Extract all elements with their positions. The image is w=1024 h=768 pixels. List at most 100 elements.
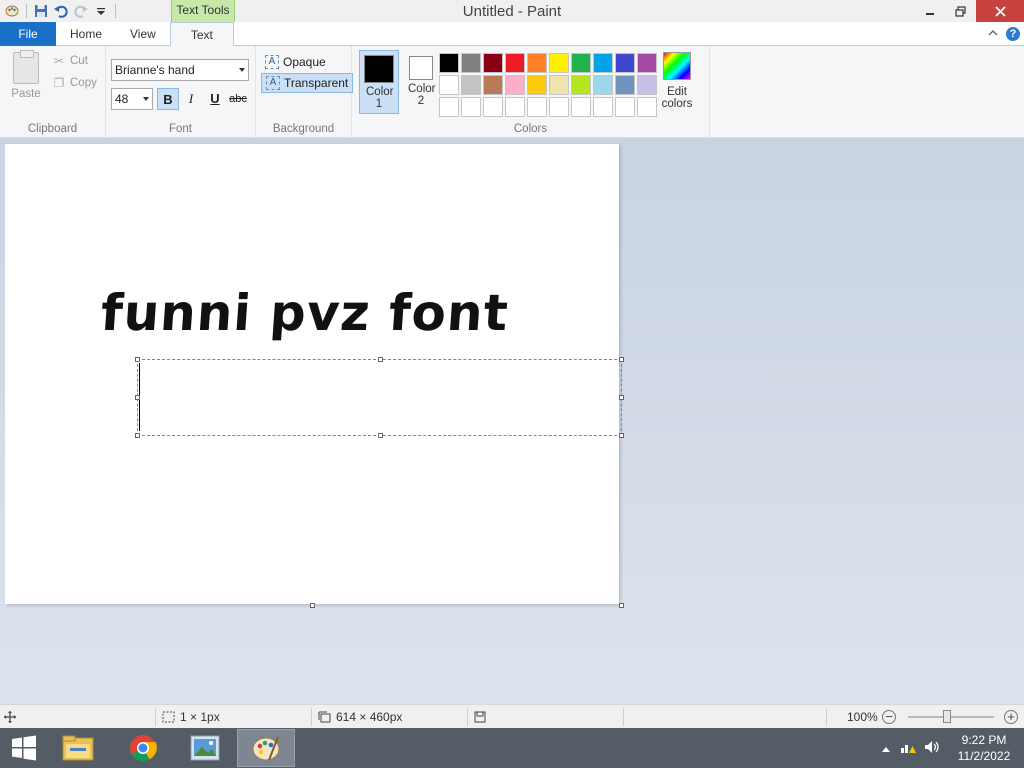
palette-color-10[interactable] (439, 75, 459, 95)
image-size: 614 × 460px (318, 705, 402, 729)
palette-color-27[interactable] (593, 97, 613, 117)
copy-label: Copy (70, 77, 97, 89)
palette-color-9[interactable] (637, 53, 657, 73)
palette-color-22[interactable] (483, 97, 503, 117)
clipboard-group-label: Clipboard (27, 123, 78, 135)
background-group: A Opaque A Transparent Background (256, 46, 354, 138)
redo-icon[interactable] (71, 1, 91, 21)
palette-color-23[interactable] (505, 97, 525, 117)
cursor-position (4, 705, 16, 729)
volume-control[interactable] (920, 740, 944, 757)
selection-icon (162, 711, 175, 723)
resize-handle[interactable] (378, 357, 383, 362)
status-bar: 1 × 1px 614 × 460px 100% − + (0, 704, 1024, 728)
resize-handle[interactable] (135, 433, 140, 438)
taskbar-photos[interactable] (176, 729, 234, 767)
palette-color-4[interactable] (527, 53, 547, 73)
show-hidden-icons-button[interactable] (876, 741, 896, 755)
color1-button[interactable]: Color 1 (359, 50, 399, 114)
save-icon[interactable] (31, 1, 51, 21)
palette-color-6[interactable] (571, 53, 591, 73)
paste-button[interactable]: Paste (8, 50, 44, 100)
transparent-button[interactable]: A Transparent (261, 73, 354, 93)
palette-color-20[interactable] (439, 97, 459, 117)
palette-color-1[interactable] (461, 53, 481, 73)
resize-handle[interactable] (135, 395, 140, 400)
zoom-slider-thumb[interactable] (942, 710, 951, 723)
palette-color-5[interactable] (549, 53, 569, 73)
palette-color-19[interactable] (637, 75, 657, 95)
restore-button[interactable] (945, 0, 976, 22)
palette-color-15[interactable] (549, 75, 569, 95)
clock[interactable]: 9:22 PM 11/2/2022 (944, 732, 1024, 764)
ribbon: Paste ✂ Cut ❐ Copy Clipboard Brianne's h… (0, 46, 1024, 138)
palette-color-18[interactable] (615, 75, 635, 95)
font-size-dropdown[interactable]: 48 (111, 88, 153, 110)
palette-color-13[interactable] (505, 75, 525, 95)
taskbar-chrome[interactable] (114, 729, 172, 767)
paint-app-icon[interactable] (2, 1, 22, 21)
font-group-label: Font (168, 123, 192, 135)
workspace: funni pvz font (0, 138, 1024, 704)
palette-color-21[interactable] (461, 97, 481, 117)
palette-color-17[interactable] (593, 75, 613, 95)
customize-qat-icon[interactable] (91, 1, 111, 21)
palette-color-12[interactable] (483, 75, 503, 95)
palette-color-3[interactable] (505, 53, 525, 73)
start-button[interactable] (0, 729, 48, 767)
resize-handle[interactable] (378, 433, 383, 438)
zoom-out-button[interactable]: − (882, 705, 896, 729)
resize-handle[interactable] (619, 433, 624, 438)
edit-colors-button[interactable]: Edit colors (660, 52, 694, 110)
windows-logo-icon (12, 735, 36, 761)
text-input-box[interactable] (135, 357, 624, 438)
color2-button[interactable]: Color 2 (401, 50, 441, 114)
palette-color-2[interactable] (483, 53, 503, 73)
zoom-slider-track[interactable] (908, 716, 994, 718)
palette-color-24[interactable] (527, 97, 547, 117)
tab-view[interactable]: View (116, 22, 170, 46)
resize-handle[interactable] (619, 395, 624, 400)
palette-color-29[interactable] (637, 97, 657, 117)
resize-handle[interactable] (135, 357, 140, 362)
tab-file[interactable]: File (0, 22, 56, 46)
collapse-ribbon-icon[interactable] (988, 27, 998, 41)
chrome-icon (130, 735, 157, 762)
palette-color-26[interactable] (571, 97, 591, 117)
italic-button[interactable]: I (180, 88, 202, 110)
copy-button[interactable]: ❐ Copy (52, 76, 97, 90)
canvas-resize-handle-corner[interactable] (619, 603, 624, 608)
minimize-button[interactable] (914, 0, 945, 22)
taskbar-file-explorer[interactable] (49, 729, 107, 767)
font-family-dropdown[interactable]: Brianne's hand (111, 59, 249, 81)
chevron-down-icon (143, 97, 149, 101)
strikethrough-button[interactable]: abc (227, 88, 249, 110)
color2-label: Color 2 (408, 83, 436, 107)
tab-home[interactable]: Home (56, 22, 116, 46)
palette-color-11[interactable] (461, 75, 481, 95)
close-button[interactable] (976, 0, 1024, 22)
help-icon[interactable]: ? (1006, 26, 1020, 41)
palette-color-16[interactable] (571, 75, 591, 95)
drawing-canvas[interactable]: funni pvz font (5, 144, 624, 604)
status-separator (467, 708, 468, 726)
taskbar-paint[interactable] (237, 729, 295, 767)
network-status[interactable] (896, 740, 920, 757)
palette-color-28[interactable] (615, 97, 635, 117)
cut-button[interactable]: ✂ Cut (52, 54, 88, 68)
bold-button[interactable]: B (157, 88, 179, 110)
palette-color-14[interactable] (527, 75, 547, 95)
file-size (474, 705, 486, 729)
palette-color-8[interactable] (615, 53, 635, 73)
zoom-in-button[interactable]: + (1004, 705, 1018, 729)
palette-color-25[interactable] (549, 97, 569, 117)
palette-color-7[interactable] (593, 53, 613, 73)
underline-button[interactable]: U (204, 88, 226, 110)
palette-color-0[interactable] (439, 53, 459, 73)
tab-text[interactable]: Text (169, 22, 234, 47)
resize-handle[interactable] (619, 357, 624, 362)
undo-icon[interactable] (51, 1, 71, 21)
speaker-icon (925, 740, 939, 753)
opaque-button[interactable]: A Opaque (261, 52, 330, 72)
canvas-resize-handle-bottom[interactable] (310, 603, 315, 608)
